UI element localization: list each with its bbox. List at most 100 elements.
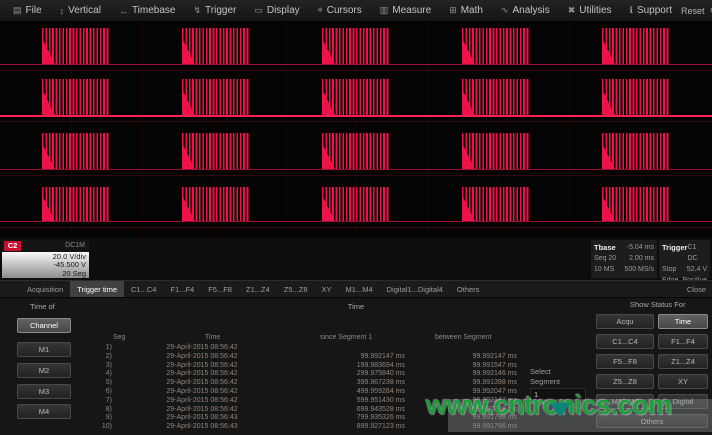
menu-math[interactable]: ⊞ Math: [440, 0, 492, 21]
status-button-z5-z8[interactable]: Z5...Z8: [596, 374, 654, 389]
menu-cursors[interactable]: ⌖Cursors: [309, 0, 371, 21]
menubar-items: ▤File↕Vertical↔Timebase↯Trigger▭Display⌖…: [0, 0, 681, 21]
math-icon: ⊞: [449, 5, 457, 16]
tab-f5-f8[interactable]: F5...F8: [201, 281, 239, 297]
status-button-z1-z4[interactable]: Z1...Z4: [658, 354, 708, 369]
channel-coupling: DC1M: [65, 242, 85, 249]
timebase-icon: ↔: [119, 6, 128, 16]
menu-measure[interactable]: ▥Measure: [371, 0, 440, 21]
timebase-seq: Seq 20: [594, 253, 616, 264]
status-button-f1-f4[interactable]: F1...F4: [658, 334, 708, 349]
channel-badge: C2: [4, 241, 21, 251]
reset-button[interactable]: Reset: [681, 6, 705, 16]
tab-c1-c4[interactable]: C1...C4: [124, 281, 163, 297]
tab-acquisition[interactable]: Acquisition: [20, 281, 70, 297]
menu-display[interactable]: ▭ Display: [245, 0, 308, 21]
menu-label-display: Display: [267, 5, 300, 16]
tab-digital1-digital4[interactable]: Digital1...Digital4: [380, 281, 450, 297]
timebase-memory: 10 MS: [594, 264, 614, 275]
menu-label-timebase: Timebase: [132, 5, 176, 16]
cell-between-segment: 99.992146 ms: [392, 370, 517, 377]
waveform-burst: [182, 79, 249, 115]
support-icon: ℹ: [630, 5, 633, 16]
descriptor-row: C2 DC1M 20.0 V/div -45.500 V 20 Seg Tbas…: [0, 238, 712, 280]
waveform-burst: [462, 28, 529, 64]
show-status-for-label: Show Status For: [630, 300, 685, 309]
channel-descriptor[interactable]: C2 DC1M 20.0 V/div -45.500 V 20 Seg: [2, 240, 89, 278]
menu-file[interactable]: ▤File: [4, 0, 51, 21]
cell-between-segment: 99.991547 ms: [392, 362, 517, 369]
trigger-level: 52.4 V: [687, 264, 707, 275]
menu-analysis[interactable]: ∿Analysis: [492, 0, 559, 21]
header-seg: Seg: [113, 334, 125, 341]
analysis-icon: ∿: [501, 5, 509, 16]
header-between-segment: between Segment: [435, 334, 491, 341]
timebase-descriptor[interactable]: Tbase -5.04 ms Seq 20 2.00 ms 10 MS 500 …: [591, 240, 657, 278]
menu-timebase[interactable]: ↔ Timebase: [110, 0, 185, 21]
grid-vline: [285, 22, 286, 238]
watermark-triangle-icon: [549, 403, 571, 417]
cell-between-segment: 99.992147 ms: [392, 353, 517, 360]
timebase-delay: -5.04 ms: [627, 242, 654, 253]
waveform-burst: [602, 133, 669, 169]
channel-settings: 20.0 V/div -45.500 V 20 Seg: [2, 252, 89, 278]
menu-label-math: Math: [461, 5, 483, 16]
grid-hline: [0, 175, 712, 176]
menu-label-utilities: Utilities: [579, 5, 611, 16]
cell-since-segment1: 299.975840 ms: [282, 370, 405, 377]
source-button-channel[interactable]: Channel: [17, 318, 71, 333]
display-icon: ▭: [254, 5, 263, 16]
cell-seg: 4): [0, 370, 112, 377]
grid-vline: [427, 22, 428, 238]
waveform-burst: [182, 133, 249, 169]
cell-time: 29-April-2015 08:56:42: [128, 353, 276, 360]
close-button[interactable]: Close: [687, 281, 706, 298]
trace-baseline: [0, 221, 712, 222]
menu-label-vertical: Vertical: [68, 5, 101, 16]
vertical-icon: ↕: [60, 6, 65, 16]
channel-segments: 20 Seg: [2, 270, 86, 278]
cell-between-segment: 99.991398 ms: [392, 379, 517, 386]
menu-utilities[interactable]: ✖Utilities: [559, 0, 621, 21]
cell-time: 29-April-2015 08:56:42: [128, 370, 276, 377]
waveform-display[interactable]: [0, 22, 712, 238]
tab-xy[interactable]: XY: [315, 281, 339, 297]
grid-vline: [570, 22, 571, 238]
tab-f1-f4[interactable]: F1...F4: [163, 281, 201, 297]
tab-z5-z8[interactable]: Z5...Z8: [277, 281, 315, 297]
cell-time: 29-April-2015 08:56:43: [128, 414, 276, 421]
waveform-burst: [182, 28, 249, 64]
cell-since-segment1: 699.943528 ms: [282, 406, 405, 413]
cell-time: 29-April-2015 08:56:42: [128, 397, 276, 404]
menu-trigger[interactable]: ↯Trigger: [184, 0, 245, 21]
status-button-f5-f8[interactable]: F5...F8: [596, 354, 654, 369]
trace-baseline: [0, 169, 712, 170]
status-button-c1-c4[interactable]: C1...C4: [596, 334, 654, 349]
grid-hline: [0, 121, 712, 122]
tab-m1-m4[interactable]: M1...M4: [339, 281, 380, 297]
cell-time: 29-April-2015 08:56:42: [128, 379, 276, 386]
grid-hline: [0, 70, 712, 71]
file-icon: ▤: [13, 5, 22, 16]
status-button-xy[interactable]: XY: [658, 374, 708, 389]
menu-support[interactable]: ℹSupport: [621, 0, 681, 21]
tab-others[interactable]: Others: [450, 281, 487, 297]
waveform-burst: [42, 79, 109, 115]
cell-seg: 1): [0, 344, 112, 351]
grid-hline: [0, 227, 712, 228]
waveform-burst: [602, 187, 669, 221]
tab-trigger-time[interactable]: Trigger time: [70, 281, 124, 297]
timebase-title: Tbase: [594, 242, 616, 253]
oscilloscope-screen: ▤File↕Vertical↔Timebase↯Trigger▭Display⌖…: [0, 0, 712, 435]
cell-seg: 7): [0, 397, 112, 404]
cell-time: 29-April-2015 08:56:42: [128, 362, 276, 369]
tab-z1-z4[interactable]: Z1...Z4: [239, 281, 277, 297]
trace-baseline: [0, 115, 712, 117]
cell-seg: 3): [0, 362, 112, 369]
status-button-time[interactable]: Time: [658, 314, 708, 329]
waveform-burst: [462, 187, 529, 221]
status-button-acqu[interactable]: Acqu: [596, 314, 654, 329]
menu-vertical[interactable]: ↕Vertical: [51, 0, 110, 21]
trigger-descriptor[interactable]: Trigger C1 DC Stop 52.4 V Edge Positive: [659, 240, 710, 278]
measure-icon: ▥: [380, 5, 389, 16]
